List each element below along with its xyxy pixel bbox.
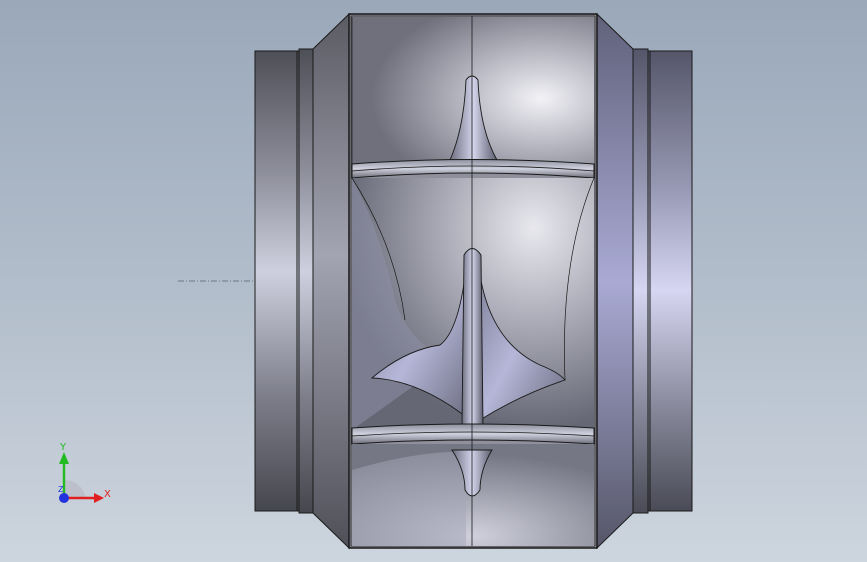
3d-model-viewport[interactable] (0, 0, 867, 562)
coordinate-triad-icon: Y X Z (58, 442, 111, 503)
y-axis-label: Y (59, 442, 67, 453)
left-transition-cone[interactable] (312, 12, 350, 550)
right-transition-cone[interactable] (596, 12, 634, 550)
x-axis-label: X (104, 489, 111, 500)
z-axis-label: Z (58, 485, 64, 494)
central-blade[interactable] (461, 248, 484, 426)
left-flange[interactable] (254, 48, 314, 514)
right-flange[interactable] (632, 48, 693, 514)
